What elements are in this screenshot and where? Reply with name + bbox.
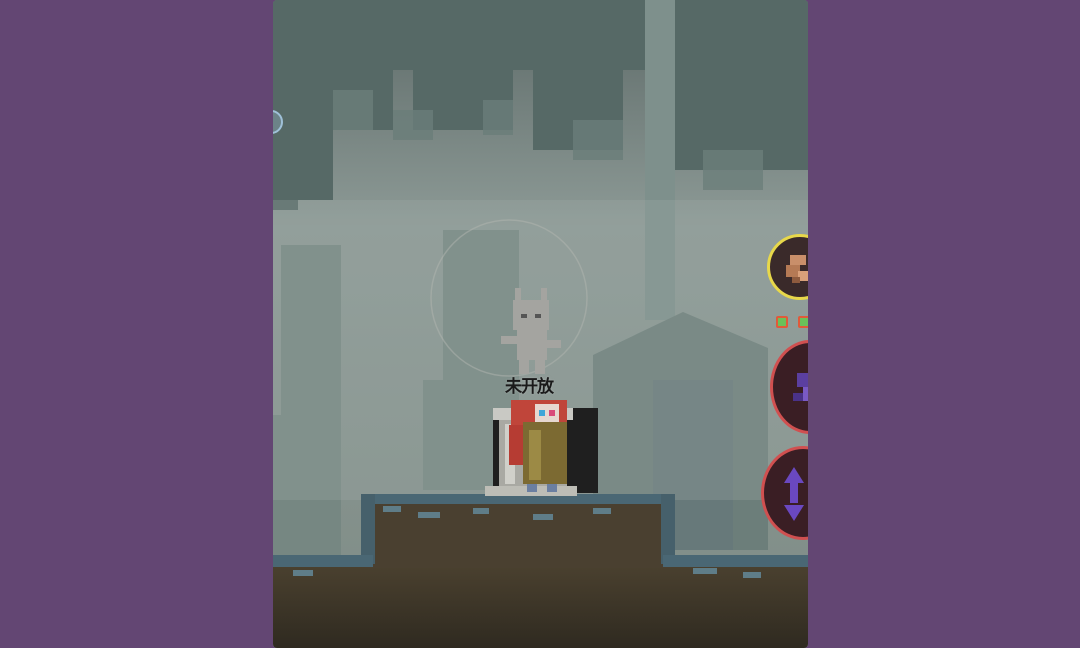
up-down-arrows-icon: [784, 467, 804, 521]
statue-sign-label: 未开放: [505, 377, 554, 397]
item-button[interactable]: [767, 234, 808, 300]
skill-icon: [793, 373, 808, 401]
scene-background: [273, 0, 808, 648]
jump-button[interactable]: [761, 446, 808, 540]
item-icon: [786, 255, 808, 283]
skill-button[interactable]: [770, 340, 808, 434]
game-viewport[interactable]: 未开放: [273, 0, 808, 648]
